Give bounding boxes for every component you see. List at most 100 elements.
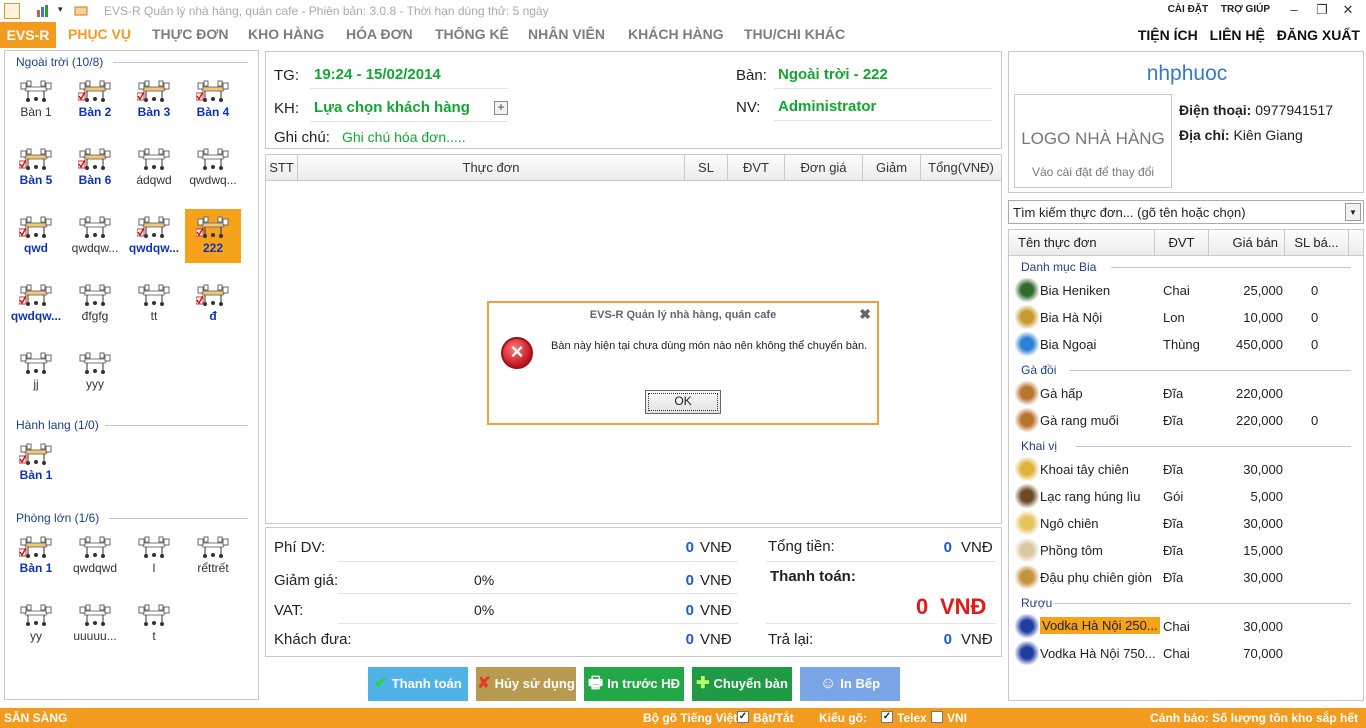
table-tile[interactable]: qwdqw... — [126, 209, 182, 263]
menu-search-combobox[interactable]: Tìm kiếm thực đơn... (gõ tên hoặc chọn) … — [1008, 200, 1364, 224]
table-tile[interactable]: đfgfg — [67, 277, 123, 331]
table-tile[interactable]: qwd — [8, 209, 64, 263]
col-dvt[interactable]: ĐVT — [728, 155, 785, 181]
menu-search-input[interactable]: Tìm kiếm thực đơn... (gõ tên hoặc chọn) — [1013, 205, 1246, 220]
table-tile[interactable]: qwdqw... — [8, 277, 64, 331]
col-giam[interactable]: Giảm — [863, 155, 921, 181]
table-tile[interactable]: yy — [8, 597, 64, 651]
table-tile[interactable]: jj — [8, 345, 64, 399]
table-tile[interactable]: qwdqw... — [67, 209, 123, 263]
service-fee-value[interactable]: 0 — [646, 539, 694, 556]
table-tile[interactable]: Bàn 2 — [67, 73, 123, 127]
menu-dang-xuat[interactable]: ĐĂNG XUẤT — [1277, 27, 1360, 43]
menu-item-name: Ngô chiên — [1040, 516, 1099, 531]
add-customer-icon[interactable]: + — [494, 101, 508, 115]
minimize-button[interactable]: – — [1284, 2, 1304, 18]
chevron-down-icon[interactable]: ▼ — [1345, 203, 1361, 221]
stock-warning[interactable]: Cảnh báo: Số lượng tồn kho sắp hết — [1150, 711, 1358, 725]
note-input[interactable]: Ghi chú hóa đơn..... — [342, 129, 466, 145]
home-icon[interactable] — [4, 3, 20, 19]
menu-item-row[interactable]: Vodka Hà Nội 250... Chai 30,000 — [1013, 614, 1353, 640]
menu-item-row[interactable]: Ngô chiên Đĩa 30,000 — [1013, 511, 1353, 537]
col-stt[interactable]: STT — [266, 155, 298, 181]
table-tile[interactable]: qwdqwd — [67, 529, 123, 583]
menu-lien-he[interactable]: LIÊN HỆ — [1210, 27, 1265, 43]
vni-checkbox[interactable] — [931, 711, 943, 723]
col-don-gia[interactable]: Đơn giá — [785, 155, 863, 181]
table-tile[interactable]: 222 — [185, 209, 241, 263]
menu-item-row[interactable]: Đậu phụ chiên giòn Đĩa 30,000 — [1013, 565, 1353, 591]
app-logo-tab[interactable]: EVS-R — [0, 22, 56, 48]
col-ten-thuc-don[interactable]: Tên thực đơn — [1009, 230, 1155, 256]
menu-item-row[interactable]: Bia Heniken Chai 25,000 0 — [1013, 278, 1353, 304]
chart-icon[interactable] — [36, 4, 50, 18]
menu-item-row[interactable]: Gà rang muối Đĩa 220,000 0 — [1013, 408, 1353, 434]
table-icon — [78, 80, 111, 102]
menu-thong-ke[interactable]: THỐNG KÊ — [435, 22, 509, 48]
col-tong[interactable]: Tổng(VNĐ) — [921, 155, 1001, 181]
menu-item-row[interactable]: Bia Ngoại Thùng 450,000 0 — [1013, 332, 1353, 358]
vat-unit: VNĐ — [700, 602, 732, 619]
close-button[interactable]: ✕ — [1338, 2, 1358, 18]
menu-hoa-don[interactable]: HÓA ĐƠN — [346, 22, 413, 48]
menu-thu-chi-khac[interactable]: THU/CHI KHÁC — [744, 22, 845, 48]
menu-kho-hang[interactable]: KHO HÀNG — [248, 22, 324, 48]
menu-item-name: Gà hấp — [1040, 386, 1083, 401]
table-tile[interactable]: uuuuu... — [67, 597, 123, 651]
cancel-use-button[interactable]: ✘ Hủy sử dụng — [476, 667, 576, 701]
menu-item-row[interactable]: Bia Hà Nội Lon 10,000 0 — [1013, 305, 1353, 331]
vat-percent[interactable]: 0% — [474, 602, 494, 618]
vat-value[interactable]: 0 — [646, 602, 694, 619]
table-tile[interactable]: qwdwq... — [185, 141, 241, 195]
table-tile[interactable]: đ — [185, 277, 241, 331]
menu-item-unit: Chai — [1163, 283, 1190, 298]
table-tile[interactable]: rểttrết — [185, 529, 241, 583]
shop-logo[interactable]: LOGO NHÀ HÀNG Vào cài đặt để thay đổi — [1014, 94, 1172, 188]
menu-item-row[interactable]: Vodka Hà Nội 750... Chai 70,000 — [1013, 641, 1353, 667]
menu-nhan-vien[interactable]: NHÂN VIÊN — [528, 22, 605, 48]
keyboard-icon[interactable] — [74, 4, 88, 18]
menu-khach-hang[interactable]: KHÁCH HÀNG — [628, 22, 724, 48]
table-tile[interactable]: yyy — [67, 345, 123, 399]
table-tile[interactable]: Bàn 4 — [185, 73, 241, 127]
menu-item-row[interactable]: Phồng tôm Đĩa 15,000 — [1013, 538, 1353, 564]
table-tile[interactable]: Bàn 6 — [67, 141, 123, 195]
ok-button[interactable]: OK — [645, 390, 721, 414]
table-tile[interactable]: Bàn 1 — [8, 529, 64, 583]
menu-item-row[interactable]: Lạc rang húng lìu Gói 5,000 — [1013, 484, 1353, 510]
customer-select[interactable]: Lựa chọn khách hàng — [314, 99, 470, 116]
close-icon[interactable]: ✖ — [859, 306, 871, 323]
table-tile[interactable]: Bàn 3 — [126, 73, 182, 127]
menu-item-row[interactable]: Khoai tây chiên Đĩa 30,000 — [1013, 457, 1353, 483]
customer-paid-value[interactable]: 0 — [646, 631, 694, 648]
help-link[interactable]: TRỢ GIÚP — [1221, 4, 1270, 15]
kitchen-print-button[interactable]: ☺ In Bếp — [800, 667, 900, 701]
dropdown-arrow-icon[interactable]: ▾ — [58, 4, 63, 15]
discount-percent[interactable]: 0% — [474, 572, 494, 588]
col-menu-dvt[interactable]: ĐVT — [1155, 230, 1209, 256]
col-thuc-don[interactable]: Thực đơn — [298, 155, 685, 181]
table-tile[interactable]: ádqwd — [126, 141, 182, 195]
table-tile[interactable]: Bàn 1 — [8, 436, 64, 490]
menu-phuc-vu[interactable]: PHỤC VỤ — [68, 22, 131, 48]
telex-checkbox[interactable]: ✓ — [881, 711, 893, 723]
menu-tien-ich[interactable]: TIỆN ÍCH — [1138, 27, 1198, 43]
menu-item-row[interactable]: Gà hấp Đĩa 220,000 — [1013, 381, 1353, 407]
ime-toggle-checkbox[interactable]: ✓ — [737, 711, 749, 723]
menu-thuc-don[interactable]: THỰC ĐƠN — [152, 22, 228, 48]
table-tile[interactable]: Bàn 1 — [8, 73, 64, 127]
table-tile[interactable]: t — [126, 597, 182, 651]
pay-button[interactable]: ✔ Thanh toán — [368, 667, 468, 701]
transfer-table-button[interactable]: ✚ Chuyển bàn — [692, 667, 792, 701]
col-sl-ban[interactable]: SL bá... — [1285, 230, 1349, 256]
table-tile[interactable]: Bàn 5 — [8, 141, 64, 195]
print-before-button[interactable]: 🖶 In trước HĐ — [584, 667, 684, 701]
col-gia-ban[interactable]: Giá bán — [1209, 230, 1285, 256]
table-tile[interactable]: l — [126, 529, 182, 583]
table-tile[interactable]: tt — [126, 277, 182, 331]
settings-link[interactable]: CÀI ĐẶT — [1168, 4, 1209, 15]
menu-item-price: 30,000 — [1243, 516, 1283, 531]
discount-value[interactable]: 0 — [646, 572, 694, 589]
maximize-button[interactable]: ❐ — [1312, 2, 1332, 18]
col-sl[interactable]: SL — [685, 155, 728, 181]
